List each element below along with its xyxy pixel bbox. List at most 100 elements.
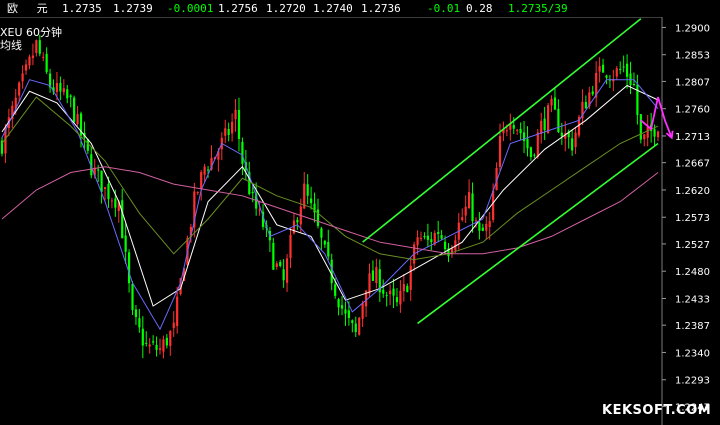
quote-field: 1.2740 (313, 2, 353, 15)
candle-body (560, 132, 563, 137)
y-tick-label: 1.2900 (675, 23, 710, 34)
channel-upper-line (362, 18, 642, 243)
candle-body (196, 192, 199, 194)
candle-body (165, 337, 168, 346)
quote-field: 1.2735 (62, 2, 102, 15)
candle-body (474, 220, 478, 222)
candle-body (443, 241, 447, 250)
candle-body (437, 232, 440, 234)
candle-body (285, 258, 289, 283)
y-tick-label: 1.2853 (675, 51, 710, 62)
candle-body (42, 56, 45, 58)
candle-body (131, 283, 134, 310)
candle-body (464, 206, 467, 216)
candle-body (351, 320, 354, 324)
candle-body (402, 284, 405, 292)
candle-body (409, 265, 412, 290)
quote-field: 1.2756 (218, 2, 258, 15)
candle-body (492, 190, 495, 220)
candle-body (423, 236, 426, 238)
moving-average-olive-line (1, 96, 659, 261)
candle-body (632, 83, 636, 85)
candle-body (337, 299, 340, 308)
candle-body (134, 309, 138, 318)
candle-body (639, 114, 642, 140)
candle-body (110, 200, 114, 202)
candle-body (358, 317, 361, 335)
candle-body (571, 138, 574, 151)
candle-body (279, 262, 282, 266)
candle-body (522, 132, 526, 142)
candle-body (320, 228, 323, 238)
y-tick-label: 1.2340 (675, 348, 710, 359)
candle-body (344, 309, 347, 314)
candle-body (488, 221, 491, 228)
candle-body (76, 114, 79, 125)
candle-body (347, 310, 350, 318)
candle-body (21, 73, 24, 82)
candle-body (505, 130, 508, 132)
candle-body (31, 55, 35, 59)
candle-body (224, 128, 227, 136)
candle-body (251, 191, 254, 194)
candle-body (227, 128, 230, 136)
candle-body (368, 273, 371, 294)
candle-body (619, 68, 622, 70)
candle-body (306, 184, 309, 196)
candle-body (206, 169, 210, 171)
candle-body (656, 131, 660, 138)
candle-body (24, 64, 28, 71)
watermark-text: KEKSOFT.COM (602, 403, 712, 418)
candle-body (55, 83, 59, 93)
candle-body (127, 252, 131, 284)
candle-body (591, 91, 594, 95)
candlestick-chart[interactable]: 1.2900 1.2853 1.2807 1.2760 1.2713 1.2667 1.26… (0, 0, 720, 425)
candle-body (45, 53, 48, 72)
candle-body (430, 239, 433, 243)
quote-bar: 欧 元 1.2735 1.2739 -0.0001 1.2756 1.2720 … (0, 0, 720, 17)
candle-body (385, 295, 388, 297)
candle-body (598, 65, 601, 72)
candle-body (406, 285, 409, 293)
candle-body (138, 318, 141, 328)
candle-body (289, 234, 292, 259)
candle-body (512, 125, 515, 129)
candle-body (18, 82, 21, 96)
y-tick-label: 1.2760 (675, 105, 710, 116)
candle-body (310, 198, 313, 204)
candle-body (546, 105, 550, 134)
candle-body (152, 341, 155, 343)
moving-average-white-line (1, 84, 659, 307)
quote-field: 1.2720 (266, 2, 306, 15)
quote-field: 0.28 (466, 2, 493, 15)
symbol-name: 欧 元 (7, 2, 54, 15)
candle-body (148, 344, 151, 347)
candle-body (100, 170, 103, 192)
candle-body (498, 136, 502, 167)
candle-body (282, 269, 285, 281)
candle-body (481, 227, 484, 231)
candle-body (155, 344, 158, 350)
candle-body (169, 331, 172, 346)
candle-body (646, 127, 649, 138)
candle-body (203, 166, 206, 175)
candle-body (200, 172, 203, 189)
y-tick-label: 1.2527 (675, 240, 710, 251)
candle-body (121, 200, 124, 239)
candle-body (234, 109, 237, 120)
y-tick-label: 1.2293 (675, 376, 710, 387)
candle-body (162, 339, 165, 352)
candle-body (69, 95, 72, 97)
candle-body (533, 154, 536, 156)
candle-body (73, 97, 76, 123)
candle-body (28, 56, 31, 66)
candle-body (62, 88, 65, 93)
candle-body (485, 223, 488, 231)
candle-body (419, 237, 423, 239)
candle-body (550, 98, 553, 106)
candle-body (296, 219, 299, 223)
y-tick-label: 1.2620 (675, 186, 710, 197)
candle-body (59, 82, 62, 92)
candle-body (107, 183, 110, 200)
candle-body (158, 348, 162, 350)
